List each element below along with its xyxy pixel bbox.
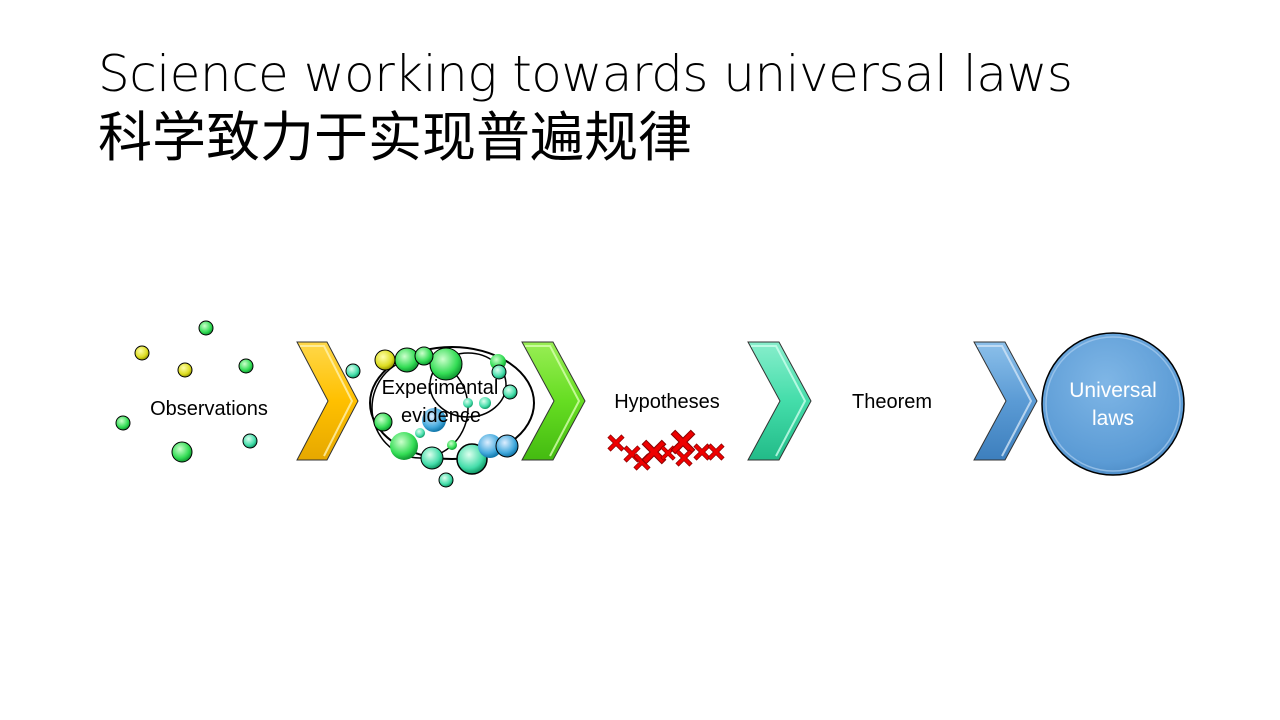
process-diagram: Observations Experimental evidence Hypot… [115,320,1185,488]
cross-mark [641,439,667,465]
observation-dot [177,362,193,378]
hypotheses-label: Hypotheses [614,391,720,413]
cross-mark [675,449,693,467]
observation-dot [242,433,258,449]
cross-mark [670,429,696,455]
observation-dots [115,320,258,463]
cross-mark [707,443,725,461]
experimental-evidence-label-line2: evidence [401,405,481,427]
observations-label: Observations [150,398,268,420]
rejected-hypotheses-crosses [607,429,725,471]
chevron-arrow-4 [973,341,1038,461]
observation-dot [115,415,131,431]
universal-laws-label-line2: laws [1092,407,1134,430]
observation-dot [134,345,150,361]
universal-laws-circle [1041,332,1185,476]
cross-mark [607,434,625,452]
observation-dot [238,358,254,374]
observation-dot [198,320,214,336]
observation-dot [171,441,193,463]
chevron-arrow-3 [747,341,812,461]
chevron-arrow-1 [296,341,359,461]
experimental-evidence-label-line1: Experimental [382,377,499,399]
universal-laws-label-line1: Universal [1069,379,1157,402]
theorem-label: Theorem [852,391,932,413]
